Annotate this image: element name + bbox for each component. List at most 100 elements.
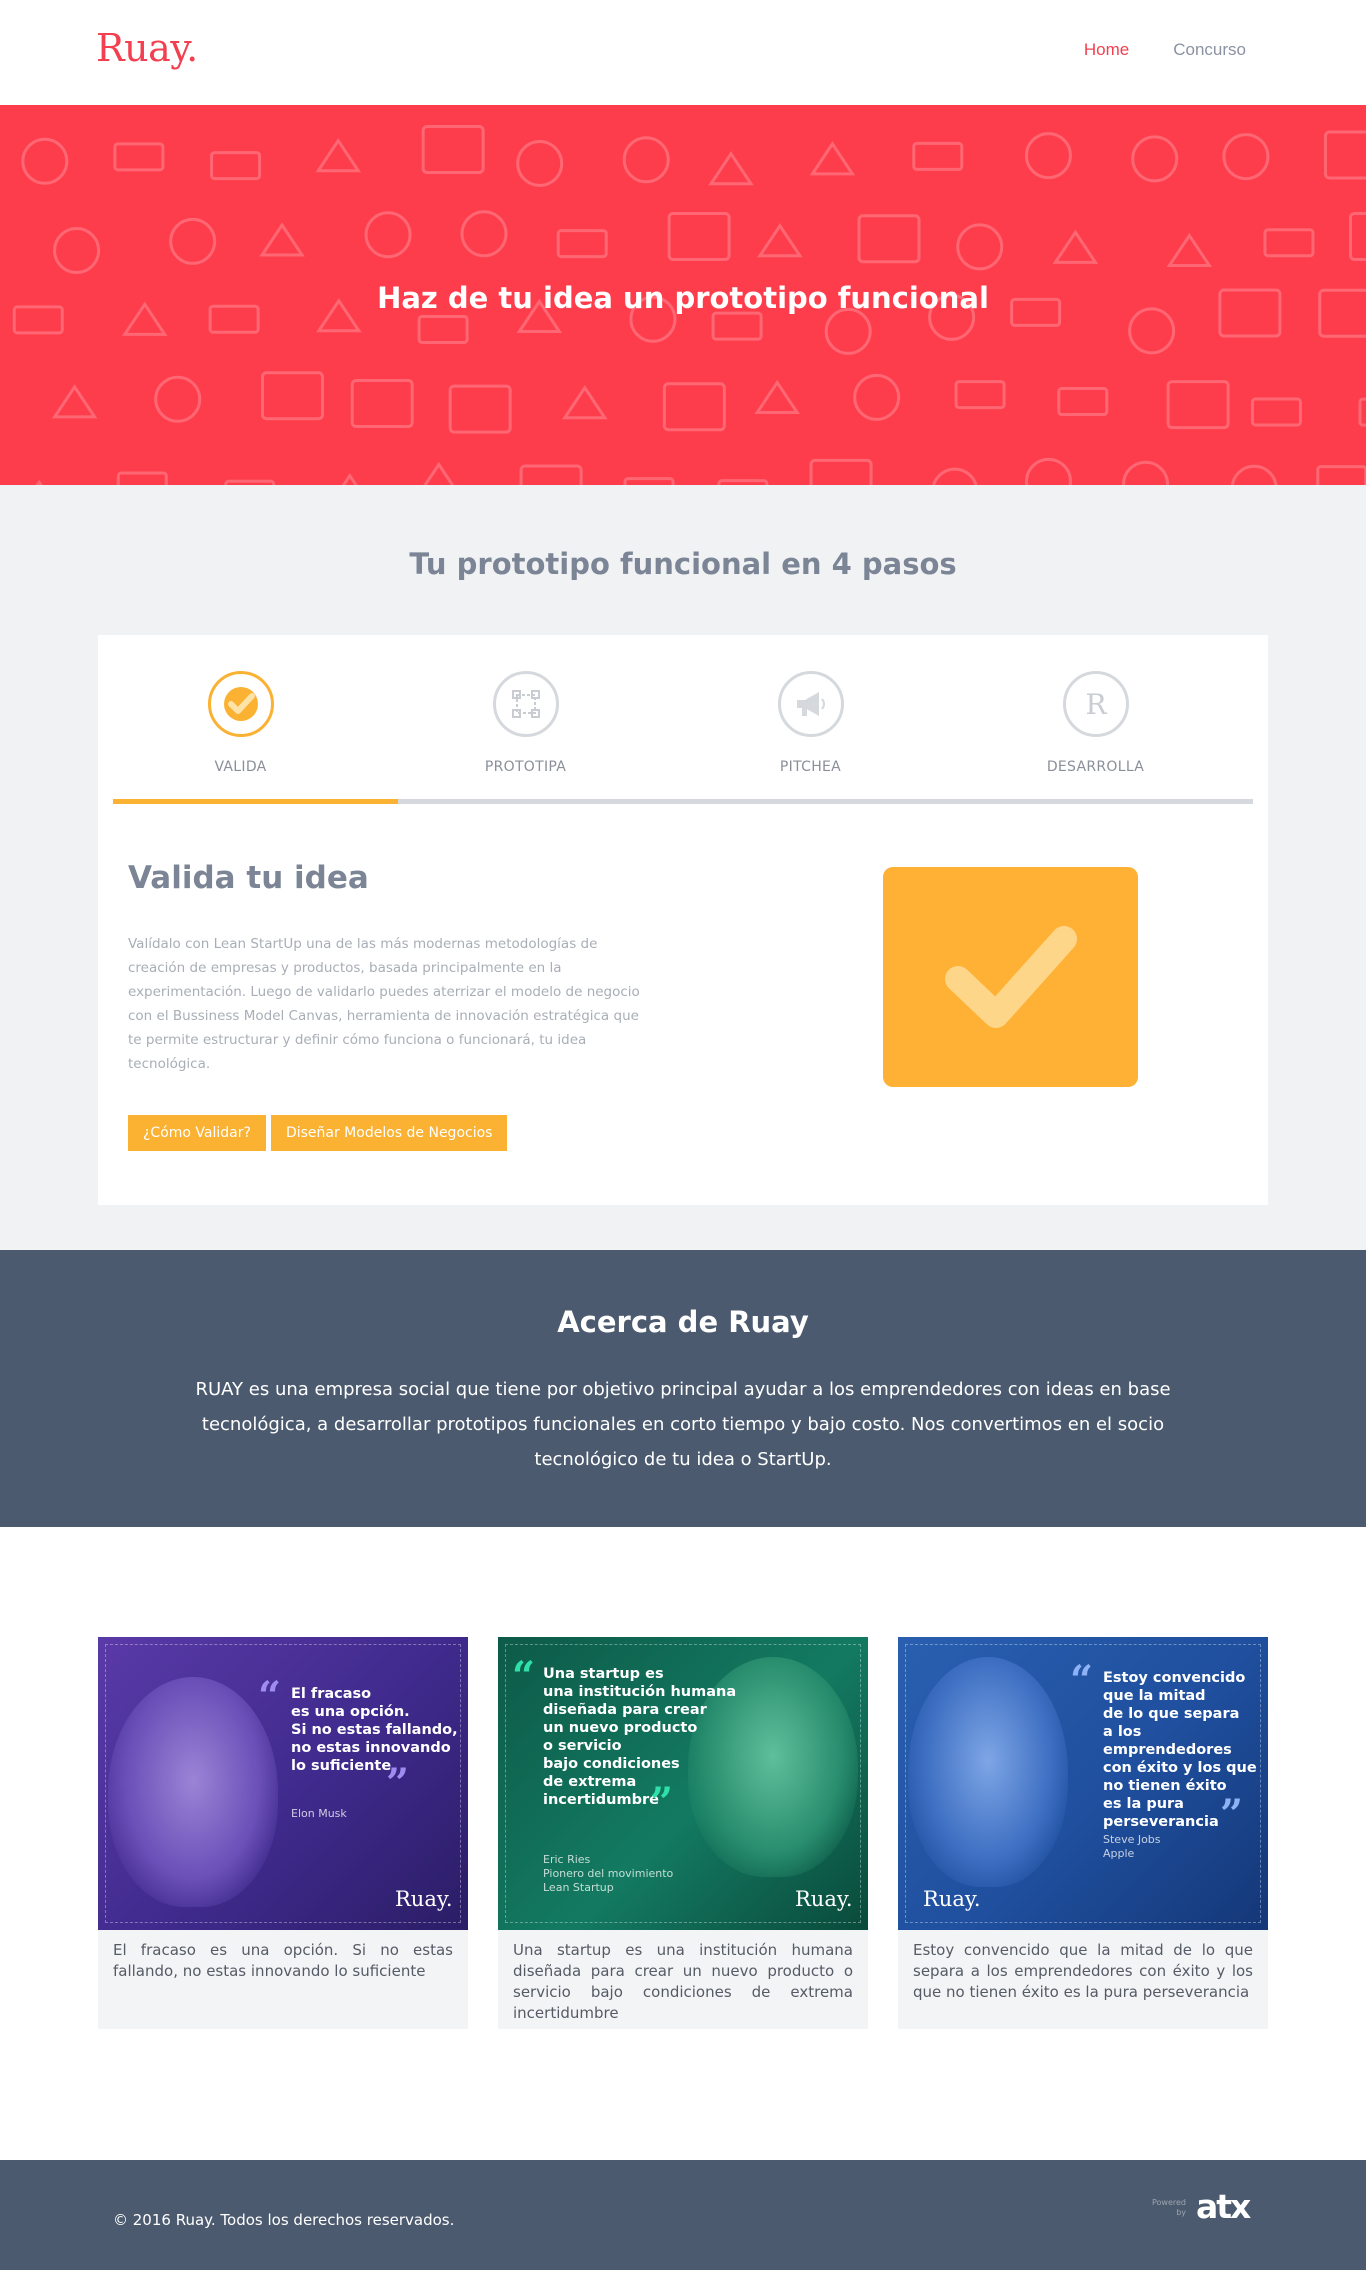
about-section: Acerca de Ruay RUAY es una empresa socia…: [0, 1250, 1366, 1527]
hero-pattern-shape: [364, 211, 412, 259]
hero-pattern-shape: [1230, 464, 1278, 485]
hero-pattern-shape: [809, 458, 873, 485]
step-label: DESARROLLA: [1046, 759, 1145, 775]
quotes-section: “ El fracaso es una opción. Si no estas …: [0, 1527, 1366, 2160]
hero-pattern-shape: [259, 222, 305, 257]
quote-image-text: El fracaso es una opción. Si no estas fa…: [291, 1686, 458, 1774]
hero-pattern-shape: [1316, 465, 1366, 485]
hero-pattern-shape: [21, 137, 69, 185]
hero-pattern-shape: [853, 373, 901, 421]
step-buttons: ¿Cómo Validar? Diseñar Modelos de Negoci…: [128, 1115, 508, 1151]
hero-pattern-shape: [754, 379, 800, 415]
hero-pattern-shape: [757, 223, 803, 258]
quote-image-eric: “ Una startup es una institución humana …: [498, 1637, 868, 1930]
hero-pattern-shape: [315, 137, 362, 173]
hero-pattern-shape: [622, 136, 670, 184]
powered-by-label: Powered by: [1152, 2198, 1187, 2217]
quote-image-author: Steve Jobs Apple: [1103, 1833, 1161, 1860]
hero-pattern-shape: [1358, 397, 1366, 427]
quote-image-brand: Ruay.: [395, 1887, 453, 1911]
hero-pattern-shape: [1052, 229, 1099, 264]
hero-pattern-shape: [341, 472, 358, 485]
megaphone-icon: [777, 671, 844, 737]
design-business-models-button[interactable]: Diseñar Modelos de Negocios: [270, 1115, 508, 1151]
hero-pattern-shape: [51, 384, 98, 419]
site-header: Ruay. Home Concurso: [0, 0, 1366, 105]
step-prototipa[interactable]: PROTOTIPA: [383, 671, 668, 775]
hero-pattern-shape: [519, 464, 583, 485]
hero-pattern-shape: [423, 461, 455, 485]
step-valida[interactable]: VALIDA: [98, 671, 383, 775]
hero-pattern-shape: [417, 314, 469, 344]
nav-home[interactable]: Home: [1084, 40, 1129, 60]
quote-caption: Estoy convencido que la mitad de lo que …: [913, 1941, 1253, 2001]
hero-pattern-shape: [516, 139, 564, 187]
registered-icon: R: [1062, 671, 1129, 737]
quote-image-text: Estoy convencido que la mitad de lo que …: [1103, 1670, 1257, 1830]
hero-pattern-shape: [169, 217, 217, 265]
big-check-icon: [883, 867, 1138, 1087]
step-label: VALIDA: [214, 759, 267, 775]
step-pitchea[interactable]: PITCHEA: [668, 671, 953, 775]
copyright-text: © 2016 Ruay. Todos los derechos reservad…: [113, 2211, 455, 2229]
hero-pattern-shape: [113, 142, 165, 172]
quote-image-steve: “ Estoy convencido que la mitad de lo qu…: [898, 1637, 1268, 1930]
hero-pattern-shape: [857, 214, 921, 264]
step-label: PITCHEA: [779, 759, 842, 775]
hero-pattern-shape: [1250, 397, 1302, 427]
step-content-text: Valídalo con Lean StartUp una de las más…: [128, 936, 640, 1072]
hero-pattern-shape: [956, 223, 1004, 271]
hero-banner: Haz de tu idea un prototipo funcional: [0, 105, 1366, 485]
hero-pattern-shape: [1222, 133, 1270, 181]
quote-image-brand: Ruay.: [923, 1887, 981, 1911]
hero-pattern-shape: [1131, 135, 1179, 183]
quote-image-text: Una startup es una institución humana di…: [543, 1666, 737, 1808]
hero-pattern-shape: [1323, 130, 1366, 180]
svg-text:R: R: [1085, 688, 1107, 721]
hero-pattern-shape: [662, 382, 726, 432]
hero-pattern-shape: [1263, 228, 1315, 258]
quote-image-elon: “ El fracaso es una opción. Si no estas …: [98, 1637, 468, 1930]
hero-pattern-shape: [1025, 457, 1073, 485]
hero-pattern-shape: [116, 471, 168, 485]
steps-section: Tu prototipo funcional en 4 pasos VALIDA…: [0, 485, 1366, 1250]
hero-pattern-shape: [561, 385, 608, 420]
hero-pattern-shape: [912, 141, 964, 171]
steps-card: VALIDA PROTOTIPA PITCHEA R DESARROLLA Va…: [98, 635, 1268, 1205]
hero-pattern-shape: [1122, 460, 1170, 485]
check-icon: [207, 671, 274, 737]
atx-logo[interactable]: atx: [1196, 2187, 1251, 2226]
quote-caption: El fracaso es una opción. Si no estas fa…: [113, 1941, 453, 1980]
about-text: RUAY es una empresa social que tiene por…: [195, 1379, 1171, 1470]
step-label: PROTOTIPA: [484, 759, 567, 775]
hero-pattern-shape: [1166, 380, 1230, 430]
logo[interactable]: Ruay.: [96, 26, 198, 70]
hero-pattern-shape: [154, 375, 202, 423]
step-progress-bar: [113, 799, 398, 804]
hero-pattern-shape: [350, 379, 414, 429]
hero-pattern-shape: [1128, 307, 1176, 355]
step-desarrolla[interactable]: R DESARROLLA: [953, 671, 1238, 775]
hero-pattern-shape: [53, 227, 101, 275]
how-to-validate-button[interactable]: ¿Cómo Validar?: [128, 1115, 266, 1151]
hero-title: Haz de tu idea un prototipo funcional: [377, 281, 989, 315]
steps-heading: Tu prototipo funcional en 4 pasos: [409, 547, 957, 581]
step-progress-track: [113, 799, 1253, 804]
quote-image-author: Elon Musk: [291, 1807, 347, 1820]
about-title: Acerca de Ruay: [557, 1305, 809, 1339]
quote-image-author: Eric Ries Pionero del movimiento Lean St…: [543, 1853, 674, 1894]
quote-card[interactable]: “ Una startup es una institución humana …: [498, 1637, 868, 2029]
hero-pattern-shape: [448, 384, 512, 434]
hero-pattern-shape: [824, 307, 872, 355]
nav-concurso[interactable]: Concurso: [1173, 40, 1246, 60]
prototype-frame-icon: [492, 671, 559, 737]
hero-pattern-shape: [460, 210, 508, 258]
quote-card[interactable]: “ El fracaso es una opción. Si no estas …: [98, 1637, 468, 2029]
hero-pattern-shape: [210, 151, 262, 181]
hero-pattern-shape: [421, 125, 485, 175]
hero-pattern-shape: [260, 371, 324, 421]
quote-image-brand: Ruay.: [795, 1887, 853, 1911]
quote-card[interactable]: “ Estoy convencido que la mitad de lo qu…: [898, 1637, 1268, 2029]
main-nav: Home Concurso: [1084, 40, 1246, 60]
hero-pattern-shape: [809, 141, 856, 176]
